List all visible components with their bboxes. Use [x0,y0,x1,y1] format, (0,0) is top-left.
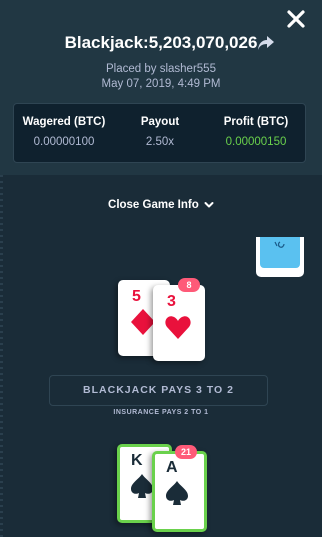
card-rank: 5 [132,288,141,305]
share-arrow-icon[interactable] [256,33,276,53]
placed-by-text: Placed by slasher555 [106,63,216,75]
profit-label: Profit (BTC) [223,116,289,128]
card-rank: A [166,459,178,476]
wagered-value: 0.00000100 [33,136,95,148]
card-deck-back [260,237,300,268]
spade-icon [166,481,188,505]
bet-info-panel: Blackjack:5,203,070,026 Placed by slashe… [0,0,322,175]
card-rank: K [131,452,143,469]
scrollbar-track[interactable] [0,175,3,537]
profit-stat: Profit (BTC) 0.00000150 [206,104,306,164]
placed-time-text: May 07, 2019, 4:49 PM [101,78,221,90]
bet-stats-box: Wagered (BTC) 0.00000100 Payout 2.50x Pr… [13,103,306,163]
bet-title-text: Blackjack:5,203,070,026 [64,32,258,52]
wagered-label: Wagered (BTC) [22,116,106,128]
profit-value: 0.00000150 [225,136,287,148]
heart-icon [165,316,191,339]
card-deck-icon [274,241,285,248]
blackjack-pays-banner: BLACKJACK PAYS 3 TO 2 [49,375,268,406]
chevron-down-icon [204,201,214,208]
card-deck [256,237,304,277]
dealer-score-badge: 8 [178,278,200,292]
close-icon[interactable] [286,9,306,29]
insurance-pays-text: INSURANCE PAYS 2 TO 1 [113,409,209,416]
player-card: A [152,451,207,532]
player-score-badge: 21 [175,445,198,459]
payout-stat: Payout 2.50x [114,104,206,164]
close-game-info-label: Close Game Info [108,199,199,211]
wagered-stat: Wagered (BTC) 0.00000100 [14,104,114,164]
dealer-card: 3 [153,285,205,361]
payout-label: Payout [140,116,180,128]
payout-value: 2.50x [145,136,175,148]
card-rank: 3 [167,293,176,310]
close-game-info-toggle[interactable]: Close Game Info [0,199,322,211]
